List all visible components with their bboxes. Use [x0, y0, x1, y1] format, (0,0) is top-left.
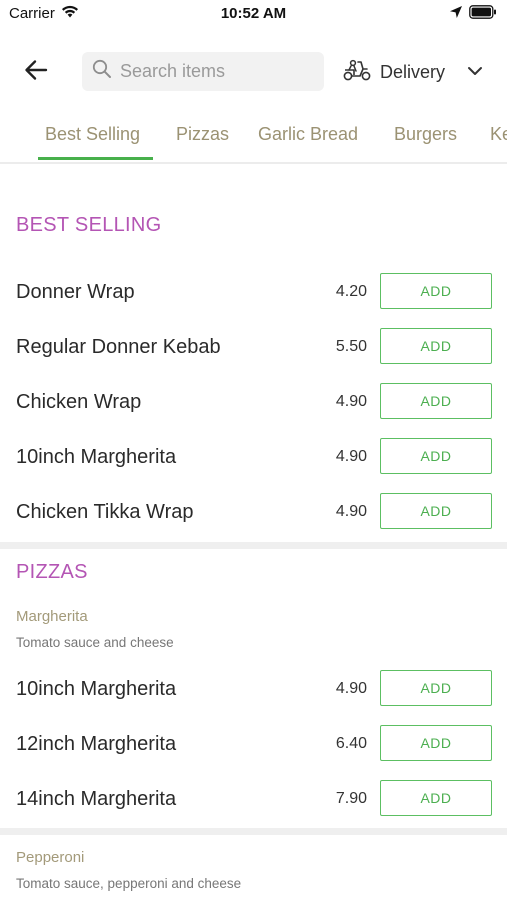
item-price: 4.90: [335, 448, 367, 465]
status-time: 10:52 AM: [220, 5, 287, 22]
item-name: Donner Wrap: [16, 281, 135, 303]
item-name: Regular Donner Kebab: [16, 336, 221, 358]
add-button[interactable]: ADD: [380, 670, 492, 706]
status-icons: [449, 5, 497, 24]
add-button[interactable]: ADD: [380, 273, 492, 309]
add-button[interactable]: ADD: [380, 725, 492, 761]
tab-partial[interactable]: Ke: [490, 124, 507, 145]
item-price: 4.20: [335, 283, 367, 300]
item-name: 10inch Margherita: [16, 678, 177, 700]
header-bar: Delivery: [0, 50, 507, 94]
item-price: 6.40: [335, 735, 367, 752]
tabs-divider: [0, 162, 507, 164]
delivery-label: Delivery: [380, 61, 446, 82]
status-bar: Carrier 10:52 AM: [0, 0, 507, 30]
add-button[interactable]: ADD: [380, 438, 492, 474]
tab-burgers[interactable]: Burgers: [394, 124, 457, 145]
delivery-selector[interactable]: Delivery: [342, 58, 483, 86]
item-name: 14inch Margherita: [16, 788, 177, 810]
section-divider: [0, 542, 507, 549]
arrow-left-icon: [24, 59, 48, 86]
item-price: 5.50: [335, 338, 367, 355]
tab-garlic-bread[interactable]: Garlic Bread: [258, 124, 358, 145]
active-tab-indicator: [38, 157, 153, 160]
item-price: 4.90: [335, 680, 367, 697]
search-input[interactable]: [120, 61, 310, 82]
back-button[interactable]: [20, 58, 52, 86]
item-price: 4.90: [335, 393, 367, 410]
search-icon: [92, 59, 112, 84]
item-price: 7.90: [335, 790, 367, 807]
tab-pizzas[interactable]: Pizzas: [176, 124, 229, 145]
search-box[interactable]: [82, 52, 324, 91]
section-title-best-selling: BEST SELLING: [16, 214, 162, 236]
group-title-pepperoni: Pepperoni: [16, 849, 85, 866]
group-divider: [0, 828, 507, 835]
chevron-down-icon: [467, 63, 483, 81]
group-description: Tomato sauce, pepperoni and cheese: [16, 876, 242, 891]
category-tabs: Best Selling Pizzas Garlic Bread Burgers…: [0, 112, 507, 164]
add-button[interactable]: ADD: [380, 328, 492, 364]
section-title-pizzas: PIZZAS: [16, 561, 88, 583]
tab-best-selling[interactable]: Best Selling: [45, 124, 140, 145]
add-button[interactable]: ADD: [380, 383, 492, 419]
group-title-margherita: Margherita: [16, 608, 88, 625]
battery-icon: [469, 5, 497, 24]
add-button[interactable]: ADD: [380, 493, 492, 529]
item-price: 4.90: [335, 503, 367, 520]
scooter-icon: [342, 58, 372, 87]
add-button[interactable]: ADD: [380, 780, 492, 816]
location-arrow-icon: [449, 5, 463, 24]
group-description: Tomato sauce and cheese: [16, 635, 174, 650]
item-name: Chicken Wrap: [16, 391, 142, 413]
item-name: 10inch Margherita: [16, 446, 177, 468]
item-name: Chicken Tikka Wrap: [16, 501, 194, 523]
item-name: 12inch Margherita: [16, 733, 177, 755]
